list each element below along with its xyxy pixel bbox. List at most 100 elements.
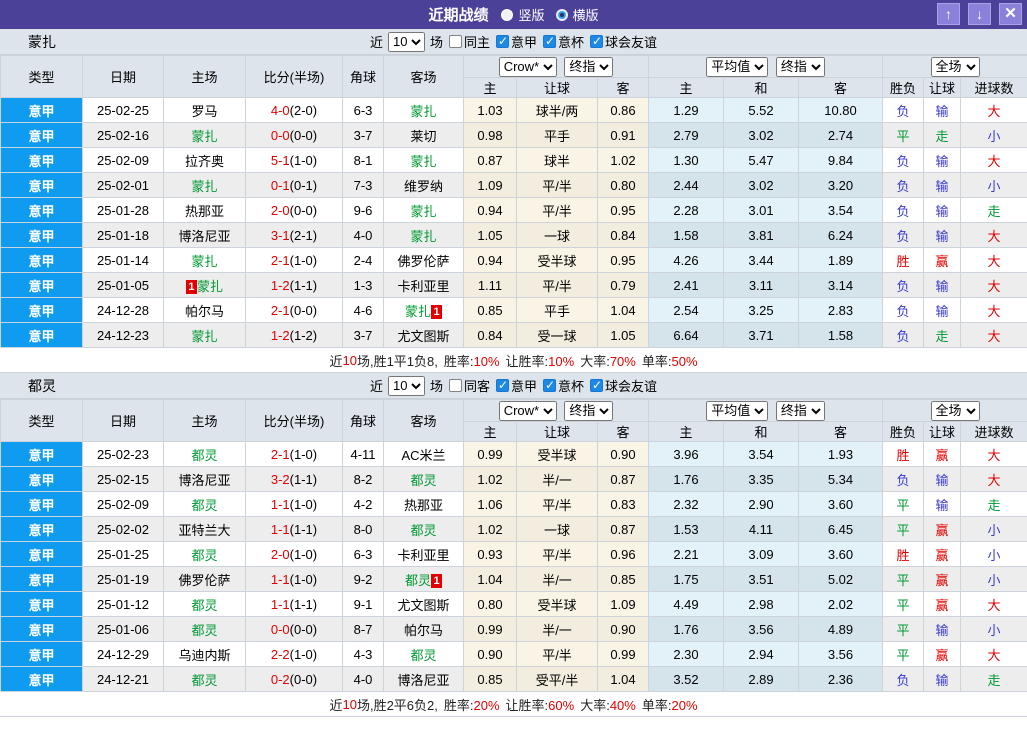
average-select[interactable]: 平均值 <box>706 400 769 421</box>
col-header-result: 胜负 <box>882 77 925 98</box>
average-period-select[interactable]: 终指 <box>775 56 825 77</box>
red-card-badge: 1 <box>431 304 442 319</box>
average-period-select[interactable]: 终指 <box>775 400 825 421</box>
same-venue-filter[interactable]: 同主 <box>445 32 490 51</box>
fulltime-score: 2-0 <box>270 202 290 218</box>
same-venue-checkbox[interactable] <box>448 379 462 392</box>
handicap-result-cell: 赢 <box>923 566 962 592</box>
close-button[interactable]: ✕ <box>999 3 1022 25</box>
result-cell: 胜 <box>882 541 925 567</box>
avg-draw-odds: 3.35 <box>723 466 799 492</box>
red-card-badge: 1 <box>431 573 442 588</box>
col-header-crow-handicap: 让球 <box>516 77 598 98</box>
scope-select[interactable]: 全场 <box>930 400 980 421</box>
vertical-layout-radio[interactable] <box>501 8 514 21</box>
bookmaker-period-select[interactable]: 终指 <box>564 400 614 421</box>
cup-checkbox[interactable] <box>543 378 557 392</box>
serie-a-filter[interactable]: 意甲 <box>492 32 537 51</box>
match-row: 意甲 25-02-09 拉齐奥 5-1(1-0) 8-1 蒙扎 0.87 球半 1.02 1.30… <box>0 147 1027 173</box>
col-header-score: 比分(半场) <box>245 399 343 442</box>
handicap-result-cell: 输 <box>923 97 962 123</box>
same-venue-checkbox[interactable] <box>448 35 462 48</box>
home-team-cell: 乌迪内斯 <box>163 641 246 667</box>
crow-home-odds: 1.11 <box>463 272 517 298</box>
stat-label: 让胜率: <box>505 353 549 369</box>
avg-draw-odds: 3.56 <box>723 616 799 642</box>
corner-cell: 8-7 <box>342 616 384 642</box>
average-select[interactable]: 平均值 <box>706 56 769 77</box>
recent-count-select[interactable]: 10 <box>387 375 425 396</box>
team-name-text: 卡利亚里 <box>397 278 450 294</box>
friendly-filter[interactable]: 球会友谊 <box>586 32 657 51</box>
avg-home-odds: 2.54 <box>648 297 724 323</box>
score-cell: 3-2(1-1) <box>245 466 343 492</box>
crow-home-odds: 0.94 <box>463 197 517 223</box>
avg-home-odds: 1.58 <box>648 222 724 248</box>
crow-home-odds: 0.84 <box>463 322 517 348</box>
same-venue-filter[interactable]: 同客 <box>445 376 490 395</box>
col-header-score: 比分(半场) <box>245 55 343 98</box>
horizontal-layout-radio[interactable] <box>555 8 568 21</box>
bookmaker-select[interactable]: Crow* <box>498 56 557 77</box>
friendly-checkbox[interactable] <box>590 34 604 48</box>
scope-select[interactable]: 全场 <box>930 56 980 77</box>
avg-home-odds: 1.76 <box>648 616 724 642</box>
avg-draw-odds: 5.47 <box>723 147 799 173</box>
vertical-layout-label[interactable]: 竖版 <box>518 5 544 24</box>
fulltime-score: 5-1 <box>270 152 290 168</box>
home-team-cell: 蒙扎 <box>163 122 246 148</box>
filter-bar: 近 10 场 同客 意甲 意杯 球会友谊 <box>370 375 657 396</box>
recent-count-select[interactable]: 10 <box>387 31 425 52</box>
summary-stat: 胜率:10% <box>444 351 500 370</box>
col-header-crow-away: 客 <box>597 77 649 98</box>
team-name: 蒙扎 <box>28 33 56 50</box>
col-header-handicap-result: 让球 <box>923 421 962 442</box>
cup-checkbox[interactable] <box>543 34 557 48</box>
friendly-filter[interactable]: 球会友谊 <box>586 376 657 395</box>
halftime-score: (1-0) <box>289 571 318 587</box>
halftime-score: (0-1) <box>289 177 318 193</box>
crow-handicap: 一球 <box>516 516 598 542</box>
match-row: 意甲 25-02-25 罗马 4-0(2-0) 6-3 蒙扎 1.03 球半/两 0.86 1.2… <box>0 97 1027 123</box>
home-team-cell: 拉齐奥 <box>163 147 246 173</box>
horizontal-layout-label[interactable]: 横版 <box>573 5 599 24</box>
corner-cell: 8-1 <box>342 147 384 173</box>
avg-home-odds: 1.75 <box>648 566 724 592</box>
avg-draw-odds: 3.02 <box>723 122 799 148</box>
avg-home-odds: 2.32 <box>648 491 724 517</box>
cup-filter[interactable]: 意杯 <box>539 376 584 395</box>
window-controls: ↑ ↓ ✕ <box>937 3 1022 25</box>
team-name-text: 乌迪内斯 <box>178 647 231 663</box>
fulltime-score: 1-2 <box>270 327 290 343</box>
team-name-text: 都灵 <box>191 497 218 513</box>
bookmaker-select[interactable]: Crow* <box>498 400 557 421</box>
result-cell: 负 <box>882 322 925 348</box>
fulltime-score: 0-1 <box>270 177 290 193</box>
move-up-button[interactable]: ↑ <box>937 3 960 25</box>
crow-handicap: 平手 <box>516 122 598 148</box>
stat-value: 70% <box>609 353 636 369</box>
match-row: 意甲 25-02-01 蒙扎 0-1(0-1) 7-3 维罗纳 1.09 平/半 0.80 2.4… <box>0 172 1027 198</box>
crow-home-odds: 0.99 <box>463 616 517 642</box>
serie-a-checkbox[interactable] <box>496 34 509 48</box>
stat-label: 单率: <box>641 697 672 713</box>
stat-label: 胜率: <box>443 353 474 369</box>
bookmaker-period-select[interactable]: 终指 <box>564 56 614 77</box>
move-down-button[interactable]: ↓ <box>968 3 991 25</box>
stat-label: 让胜率: <box>505 697 549 713</box>
match-row: 意甲 25-02-09 都灵 1-1(1-0) 4-2 热那亚 1.06 平/半 0.83 2.3… <box>0 491 1027 517</box>
corner-cell: 4-0 <box>342 222 384 248</box>
friendly-checkbox[interactable] <box>590 378 604 392</box>
crow-home-odds: 0.87 <box>463 147 517 173</box>
cup-filter[interactable]: 意杯 <box>539 32 584 51</box>
serie-a-filter[interactable]: 意甲 <box>492 376 537 395</box>
team-name-text: 都灵 <box>404 572 431 588</box>
serie-a-checkbox[interactable] <box>496 378 509 392</box>
serie-a-label: 意甲 <box>511 379 538 394</box>
score-cell: 0-2(0-0) <box>245 666 343 692</box>
match-row: 意甲 25-02-15 博洛尼亚 3-2(1-1) 8-2 都灵 1.02 半/一 0.87 1.… <box>0 466 1027 492</box>
bookmaker-select-group: Crow* 终指 <box>463 399 649 422</box>
result-cell: 负 <box>882 297 925 323</box>
handicap-result-cell: 输 <box>923 666 962 692</box>
team-name-text: 都灵 <box>191 547 218 563</box>
